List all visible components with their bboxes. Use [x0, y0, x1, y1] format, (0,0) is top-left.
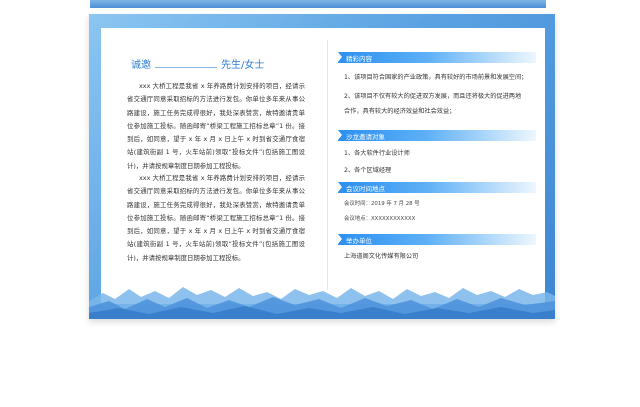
section-title: 沙龙邀请对象 — [346, 133, 385, 141]
meeting-place: 会议地点：XXXXXXXXXXXX — [344, 216, 416, 222]
column-divider — [327, 40, 328, 290]
section-title: 会议时间地点 — [346, 185, 385, 193]
decorative-polygon-band — [89, 287, 555, 319]
highlight-item: 2、该项目不仅有较大的促进双方发展，而且还将极大的促进两地 — [344, 93, 522, 100]
name-blank — [155, 59, 217, 68]
previous-page-edge — [90, 0, 546, 8]
section-title: 精彩内容 — [346, 55, 372, 63]
highlight-item: 1、该项目符合国家的产业政策，具有较好的市场前景和发展空间； — [344, 74, 528, 81]
letter-paragraph: xxx 大桥工程是我省 x 年养路费计划安排的项目，经请示省交通厅同意采取招标的… — [127, 174, 305, 262]
greeting-prefix: 诚邀 — [131, 60, 151, 71]
highlight-item: 合作，具有较大的经济效益和社会效益； — [344, 108, 456, 115]
section-header-targets: 沙龙邀请对象 — [338, 130, 536, 141]
section-title: 举办单位 — [346, 237, 372, 245]
target-item: 1、各大软件行业设计师 — [344, 150, 410, 157]
arrow-marker-icon — [338, 234, 342, 244]
arrow-marker-icon — [338, 52, 342, 62]
letter-paragraph: xxx 大桥工程是我省 x 年养路费计划安排的项目，经请示省交通厅同意采取招标的… — [127, 82, 305, 170]
section-header-meeting: 会议时间地点 — [338, 182, 536, 193]
section-header-highlights: 精彩内容 — [338, 52, 536, 63]
arrow-marker-icon — [338, 130, 342, 140]
arrow-marker-icon — [338, 182, 342, 192]
greeting-suffix: 先生/女士 — [221, 60, 265, 71]
target-item: 2、各个区域经理 — [344, 167, 392, 174]
greeting-line: 诚邀 先生/女士 — [131, 56, 264, 71]
section-header-organizer: 举办单位 — [338, 234, 536, 245]
organizer-name: 上海道阁文化传媒有限公司 — [344, 253, 419, 260]
meeting-time: 会议时间：2019 年 7 月 28 号 — [344, 201, 420, 207]
